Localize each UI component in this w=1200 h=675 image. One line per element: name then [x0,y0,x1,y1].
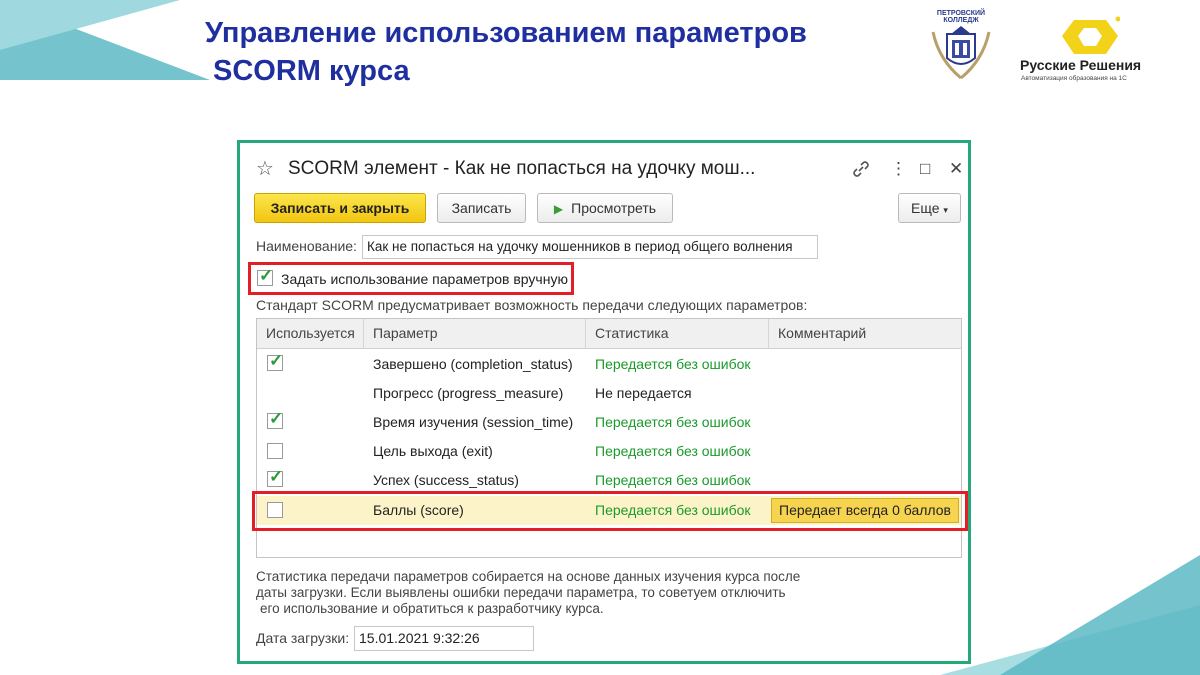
stat-cell: Передается без ошибок [595,356,751,372]
statistics-note: Статистика передачи параметров собираетс… [256,569,856,617]
preview-button[interactable]: ▶ Просмотреть [537,193,673,223]
save-button[interactable]: Записать [437,193,526,223]
manual-params-highlight: ✓ Задать использование параметров вручну… [248,262,574,295]
scorm-element-window: ☆ SCORM элемент - Как не попасться на уд… [237,140,971,664]
checkmark-icon: ✓ [269,467,284,486]
standard-description: Стандарт SCORM предусматривает возможнос… [256,297,808,313]
save-and-close-button[interactable]: Записать и закрыть [254,193,426,223]
star-icon[interactable]: ☆ [256,157,274,181]
link-icon[interactable] [852,157,870,185]
upload-date-row: Дата загрузки: 15.01.2021 9:32:26 [256,626,656,652]
more-button-label: Еще [911,200,940,216]
stat-cell: Не передается [595,385,692,401]
param-cell: Прогресс (progress_measure) [373,385,564,401]
petrovsky-college-logo: ПЕТРОВСКИЙ КОЛЛЕДЖ [925,10,997,84]
name-label: Наименование: [256,238,357,254]
stat-cell: Передается без ошибок [595,414,751,430]
checkmark-icon: ✓ [269,409,284,428]
note-line: его использование и обратиться к разрабо… [260,601,604,616]
manual-params-label: Задать использование параметров вручную [281,271,568,287]
slide-title-line1: Управление использованием параметров [205,17,807,49]
table-row[interactable]: ✓ Время изучения (session_time) Передает… [257,408,961,437]
preview-button-label: Просмотреть [571,200,657,216]
param-cell: Завершено (completion_status) [373,356,573,372]
play-icon: ▶ [553,202,564,216]
upload-date-field[interactable]: 15.01.2021 9:32:26 [354,626,534,651]
note-line: Статистика передачи параметров собираетс… [256,569,801,584]
table-row[interactable]: Цель выхода (exit) Передается без ошибок [257,437,961,466]
column-header-used[interactable]: Используется [257,319,364,349]
slide-title: Управление использованием параметров SCO… [205,14,905,90]
used-checkbox[interactable]: ✓ [267,467,283,487]
maximize-icon[interactable]: □ [920,157,930,181]
more-vertical-icon[interactable]: ⋮ [890,157,907,181]
russkie-resheniya-logo: Русские Решения Автоматизация образовани… [1015,14,1195,84]
param-cell: Цель выхода (exit) [373,443,493,459]
upload-date-label: Дата загрузки: [256,630,350,646]
column-header-statistics[interactable]: Статистика [586,319,769,349]
close-icon[interactable]: ✕ [949,157,963,181]
decor-triangle-top-left-light [0,0,180,50]
used-checkbox[interactable]: ✓ [267,409,283,429]
column-header-parameter[interactable]: Параметр [364,319,586,349]
more-button[interactable]: Еще ▾ [898,193,961,223]
logo-rr-name: Русские Решения [1020,57,1142,73]
slide-title-line2: SCORM курса [213,55,410,87]
window-title: SCORM элемент - Как не попасться на удоч… [288,158,756,179]
manual-params-checkbox[interactable]: ✓ [257,266,273,286]
table-row[interactable]: ✓ Завершено (completion_status) Передает… [257,350,961,379]
checkmark-icon: ✓ [269,351,284,370]
name-row: Наименование: Как не попасться на удочку… [256,235,956,259]
used-checkbox[interactable]: ✓ [267,351,283,371]
logo-pk-text: ПЕТРОВСКИЙ КОЛЛЕДЖ [936,10,986,24]
logo-rr-subtitle: Автоматизация образования на 1С [1021,75,1127,82]
param-cell: Время изучения (session_time) [373,414,574,430]
toolbar: Записать и закрыть Записать ▶ Просмотреть… [254,193,964,223]
name-field[interactable]: Как не попасться на удочку мошенников в … [362,235,818,259]
logo-cube-icon [1062,16,1120,54]
decor-triangle-bottom-right [1000,555,1200,675]
table-header: Используется Параметр Статистика Коммент… [257,319,961,349]
note-line: даты загрузки. Если выявлены ошибки пере… [256,585,786,600]
checkmark-icon: ✓ [259,266,274,285]
window-titlebar: ☆ SCORM элемент - Как не попасться на уд… [256,157,963,181]
table-row[interactable]: Прогресс (progress_measure) Не передаетс… [257,379,961,408]
stat-cell: Передается без ошибок [595,443,751,459]
column-header-comment[interactable]: Комментарий [769,319,961,349]
used-checkbox[interactable] [267,443,283,459]
score-row-highlight [252,491,968,531]
dropdown-arrow-icon: ▾ [943,205,948,215]
